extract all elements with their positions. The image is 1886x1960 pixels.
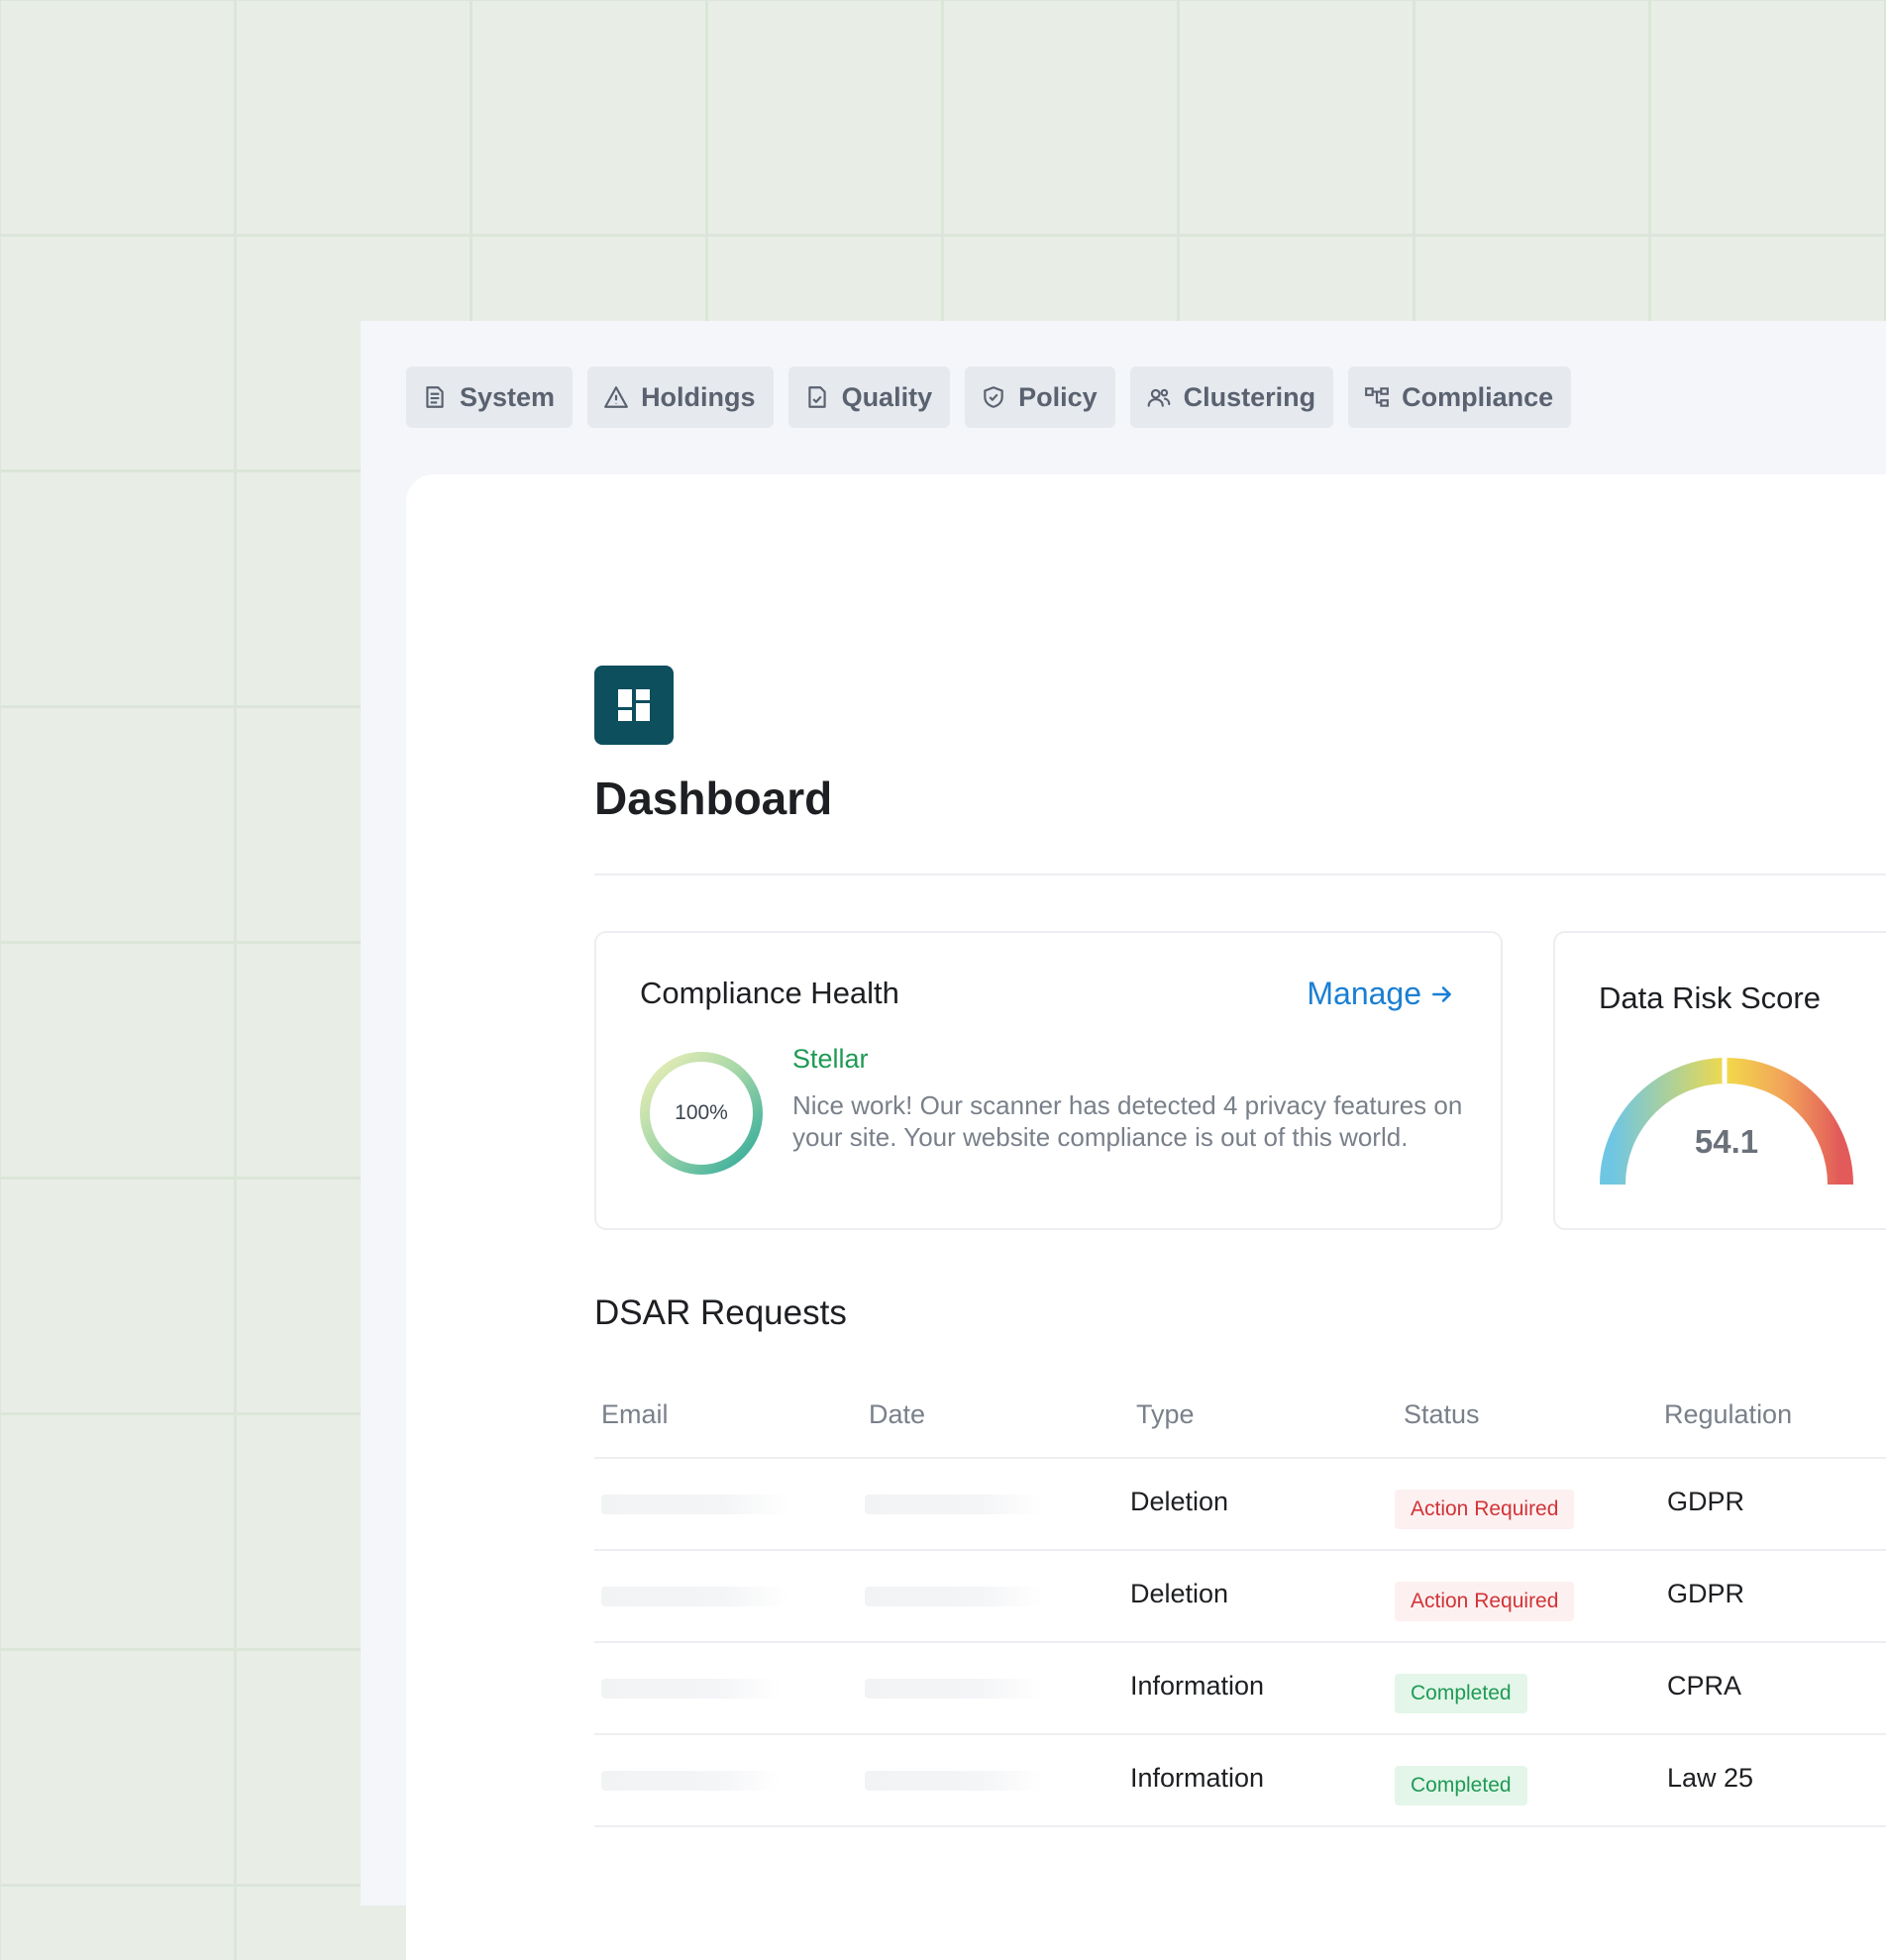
status-badge: Completed bbox=[1395, 1766, 1527, 1805]
manage-link[interactable]: Manage bbox=[1307, 976, 1455, 1012]
request-type: Information bbox=[1130, 1763, 1265, 1793]
app-window: System Holdings Quality Policy Clusterin… bbox=[361, 321, 1886, 1960]
dsar-title: DSAR Requests bbox=[594, 1293, 847, 1332]
tab-policy[interactable]: Policy bbox=[965, 366, 1115, 428]
column-type[interactable]: Type bbox=[1136, 1399, 1195, 1430]
request-type: Deletion bbox=[1130, 1487, 1229, 1516]
table-row[interactable]: Information Completed CPRA bbox=[594, 1643, 1886, 1735]
page-title: Dashboard bbox=[594, 773, 833, 824]
risk-gauge bbox=[1600, 1056, 1853, 1186]
health-description: Nice work! Our scanner has detected 4 pr… bbox=[792, 1090, 1463, 1152]
table-row[interactable]: Information Completed Law 25 bbox=[594, 1735, 1886, 1827]
manage-label: Manage bbox=[1307, 976, 1421, 1011]
date-placeholder bbox=[865, 1587, 1043, 1606]
data-risk-panel: Data Risk Score 54.1 bbox=[1553, 931, 1886, 1230]
table-row[interactable]: Deletion Action Required GDPR bbox=[594, 1459, 1886, 1551]
date-placeholder bbox=[865, 1495, 1043, 1514]
hierarchy-icon bbox=[1365, 387, 1390, 407]
compliance-percent: 100% bbox=[675, 1101, 728, 1124]
table-header: Email Date Type Status Regulation bbox=[594, 1374, 1886, 1459]
status-badge: Action Required bbox=[1395, 1582, 1575, 1621]
tab-holdings[interactable]: Holdings bbox=[587, 366, 774, 428]
compliance-health-title: Compliance Health bbox=[640, 976, 899, 1010]
tab-clustering[interactable]: Clustering bbox=[1129, 366, 1334, 428]
divider bbox=[594, 874, 1886, 876]
column-date[interactable]: Date bbox=[869, 1399, 925, 1430]
file-check-icon bbox=[807, 386, 826, 408]
regulation: GDPR bbox=[1667, 1579, 1745, 1608]
health-rating: Stellar bbox=[792, 1044, 869, 1074]
tab-label: Clustering bbox=[1183, 381, 1316, 412]
tab-system[interactable]: System bbox=[406, 366, 574, 428]
data-risk-title: Data Risk Score bbox=[1599, 980, 1821, 1015]
column-status[interactable]: Status bbox=[1404, 1399, 1480, 1430]
column-email[interactable]: Email bbox=[601, 1399, 669, 1430]
table-row[interactable]: Deletion Action Required GDPR bbox=[594, 1551, 1886, 1643]
shield-icon bbox=[984, 386, 1003, 408]
tab-bar: System Holdings Quality Policy Clusterin… bbox=[406, 366, 1572, 428]
regulation: CPRA bbox=[1667, 1671, 1742, 1701]
tab-quality[interactable]: Quality bbox=[787, 366, 951, 428]
date-placeholder bbox=[865, 1771, 1043, 1791]
email-placeholder bbox=[601, 1679, 780, 1699]
dashboard-card: Dashboard Compliance Health Manage 100% bbox=[406, 474, 1886, 1960]
status-badge: Action Required bbox=[1395, 1490, 1575, 1529]
date-placeholder bbox=[865, 1679, 1043, 1699]
request-type: Deletion bbox=[1130, 1579, 1229, 1608]
users-icon bbox=[1147, 388, 1171, 407]
compliance-health-panel: Compliance Health Manage 100% Stellar Ni… bbox=[594, 931, 1503, 1230]
document-icon bbox=[426, 386, 444, 408]
tab-label: System bbox=[460, 381, 556, 412]
dashboard-icon bbox=[594, 666, 674, 745]
arrow-right-icon bbox=[1432, 985, 1451, 1002]
email-placeholder bbox=[601, 1771, 780, 1791]
tab-label: Policy bbox=[1018, 381, 1098, 412]
regulation: GDPR bbox=[1667, 1487, 1745, 1516]
tab-label: Quality bbox=[841, 381, 933, 412]
risk-score-value: 54.1 bbox=[1694, 1123, 1759, 1160]
email-placeholder bbox=[601, 1587, 789, 1606]
warning-icon bbox=[604, 386, 628, 408]
tab-label: Holdings bbox=[641, 381, 756, 412]
request-type: Information bbox=[1130, 1671, 1265, 1701]
regulation: Law 25 bbox=[1667, 1763, 1754, 1793]
tab-compliance[interactable]: Compliance bbox=[1348, 366, 1572, 428]
column-regulation[interactable]: Regulation bbox=[1664, 1399, 1792, 1430]
email-placeholder bbox=[601, 1495, 789, 1514]
dsar-table: Email Date Type Status Regulation Deleti… bbox=[594, 1374, 1886, 1827]
tab-label: Compliance bbox=[1402, 381, 1554, 412]
status-badge: Completed bbox=[1395, 1674, 1527, 1713]
